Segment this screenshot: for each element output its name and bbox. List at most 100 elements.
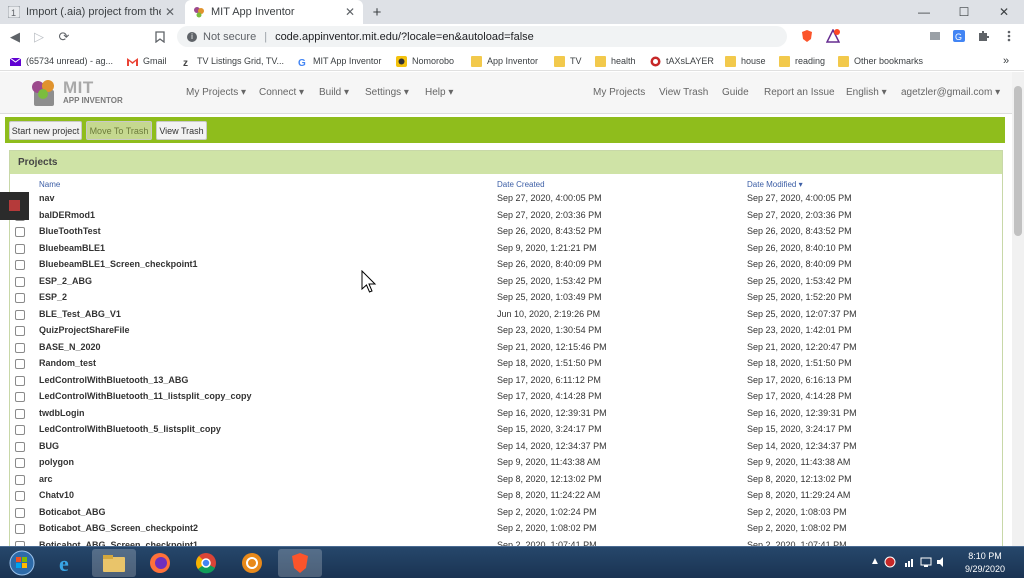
tab-mit-app-inventor[interactable]: MIT App Inventor ✕ <box>185 0 363 24</box>
row-checkbox[interactable] <box>15 293 25 303</box>
table-row[interactable]: BASE_N_2020 Sep 21, 2020, 12:15:46 PM Sep … <box>10 340 1002 356</box>
row-checkbox[interactable] <box>15 524 25 534</box>
row-checkbox[interactable] <box>15 227 25 237</box>
row-checkbox[interactable] <box>15 359 25 369</box>
minimize-button[interactable]: — <box>904 0 944 24</box>
project-name-link[interactable]: Random_test <box>39 358 96 368</box>
row-checkbox[interactable] <box>15 260 25 270</box>
column-header-name[interactable]: Name <box>39 180 60 189</box>
bookmark-health[interactable]: health <box>595 53 636 69</box>
move-to-trash-button[interactable]: Move To Trash <box>86 121 152 140</box>
project-name-link[interactable]: LedControlWithBluetooth_5_listsplit_copy <box>39 424 221 434</box>
close-icon[interactable]: ✕ <box>345 5 355 19</box>
bookmark-icon[interactable] <box>151 28 169 46</box>
column-header-date-created[interactable]: Date Created <box>497 180 545 189</box>
nav-view-trash[interactable]: View Trash <box>659 87 708 98</box>
back-arrow-icon[interactable]: ◀ <box>6 28 24 46</box>
view-trash-button[interactable]: View Trash <box>156 121 207 140</box>
row-checkbox[interactable] <box>15 326 25 336</box>
row-checkbox[interactable] <box>15 408 25 419</box>
row-checkbox[interactable] <box>15 458 25 468</box>
close-icon[interactable]: ✕ <box>165 5 175 19</box>
translate-icon[interactable]: G <box>952 29 966 43</box>
project-name-link[interactable]: polygon <box>39 457 74 467</box>
project-name-link[interactable]: arc <box>39 474 53 484</box>
reload-icon[interactable]: ⟳ <box>55 28 73 46</box>
project-name-link[interactable]: ESP_2 <box>39 292 67 302</box>
bookmark-app-inventor[interactable]: App Inventor <box>471 53 538 69</box>
bookmark-other[interactable]: Other bookmarks <box>838 53 923 69</box>
project-name-link[interactable]: BluebeamBLE1 <box>39 243 105 253</box>
side-recording-widget[interactable] <box>0 192 29 220</box>
bookmark-house[interactable]: house <box>725 53 766 69</box>
ubuntu-app-icon[interactable] <box>232 549 272 577</box>
menu-help[interactable]: Help ▾ <box>425 87 453 98</box>
nav-my-projects[interactable]: My Projects <box>593 87 645 98</box>
menu-build[interactable]: Build ▾ <box>319 87 349 98</box>
table-row[interactable]: BluebeamBLE1 Sep 9, 2020, 1:21:21 PM Sep 2… <box>10 241 1002 257</box>
extensions-puzzle-icon[interactable] <box>976 29 990 43</box>
row-checkbox[interactable] <box>15 441 25 452</box>
table-row[interactable]: arc Sep 8, 2020, 12:13:02 PM Sep 8, 2020, … <box>10 472 1002 488</box>
table-row[interactable]: BlueToothTest Sep 26, 2020, 8:43:52 PM Sep… <box>10 224 1002 240</box>
table-row[interactable]: LedControlWithBluetooth_11_listsplit_cop… <box>10 389 1002 405</box>
brave-shield-icon[interactable] <box>800 29 814 43</box>
brave-browser-icon[interactable] <box>278 549 322 577</box>
row-checkbox[interactable] <box>15 375 25 386</box>
tab-import-project[interactable]: 1 Import (.aia) project from the com ✕ <box>0 0 183 24</box>
project-name-link[interactable]: BUG <box>39 441 59 451</box>
scrollbar-thumb[interactable] <box>1014 86 1022 236</box>
table-row[interactable]: nav Sep 27, 2020, 4:00:05 PM Sep 27, 2020,… <box>10 191 1002 207</box>
row-checkbox[interactable] <box>15 425 25 435</box>
app-inventor-logo-icon[interactable] <box>28 78 60 108</box>
bookmark-tv[interactable]: TV <box>554 53 582 69</box>
table-row[interactable]: Boticabot_ABG_Screen_checkpoint2 Sep 2, 2… <box>10 521 1002 537</box>
chrome-icon[interactable] <box>186 549 226 577</box>
taskbar-clock[interactable]: 8:10 PM 9/29/2020 <box>950 550 1020 576</box>
project-name-link[interactable]: twdbLogin <box>39 408 84 418</box>
project-name-link[interactable]: QuizProjectShareFile <box>39 325 130 335</box>
table-row[interactable]: BLE_Test_ABG_V1 Jun 10, 2020, 2:19:26 PM S… <box>10 307 1002 323</box>
start-new-project-button[interactable]: Start new project <box>9 121 82 140</box>
table-row[interactable]: LedControlWithBluetooth_5_listsplit_copy… <box>10 422 1002 438</box>
table-row[interactable]: BUG Sep 14, 2020, 12:34:37 PM Sep 14, 2020… <box>10 439 1002 455</box>
nav-report-issue[interactable]: Report an Issue <box>764 87 835 98</box>
table-row[interactable]: QuizProjectShareFile Sep 23, 2020, 1:30:5… <box>10 323 1002 339</box>
maximize-button[interactable]: ☐ <box>944 0 984 24</box>
antivirus-tray-icon[interactable] <box>884 556 896 571</box>
bookmarks-overflow-button[interactable]: » <box>1003 53 1009 69</box>
nav-account[interactable]: agetzler@gmail.com ▾ <box>901 87 1000 98</box>
firefox-icon[interactable] <box>140 549 180 577</box>
project-name-link[interactable]: Boticabot_ABG_Screen_checkpoint2 <box>39 523 198 533</box>
close-window-button[interactable]: ✕ <box>984 0 1024 24</box>
forward-arrow-icon[interactable]: ▷ <box>30 28 48 46</box>
row-checkbox[interactable] <box>15 474 25 485</box>
table-row[interactable]: ESP_2 Sep 25, 2020, 1:03:49 PM Sep 25, 202… <box>10 290 1002 306</box>
project-name-link[interactable]: BluebeamBLE1_Screen_checkpoint1 <box>39 259 198 269</box>
extension-cast-icon[interactable] <box>928 29 942 43</box>
project-name-link[interactable]: LedControlWithBluetooth_13_ABG <box>39 375 188 385</box>
table-row[interactable]: ESP_2_ABG Sep 25, 2020, 1:53:42 PM Sep 25,… <box>10 274 1002 290</box>
monitor-tray-icon[interactable] <box>920 556 932 571</box>
bookmark-nomorobo[interactable]: Nomorobo <box>396 53 454 69</box>
volume-tray-icon[interactable] <box>936 556 948 571</box>
bookmark-yahoo-mail[interactable]: (65734 unread) - ag... <box>9 53 113 69</box>
menu-connect[interactable]: Connect ▾ <box>259 87 304 98</box>
table-row[interactable]: Chatv10 Sep 8, 2020, 11:24:22 AM Sep 8, 20… <box>10 488 1002 504</box>
network-tray-icon[interactable] <box>904 556 916 571</box>
menu-settings[interactable]: Settings ▾ <box>365 87 409 98</box>
project-name-link[interactable]: ESP_2_ABG <box>39 276 92 286</box>
menu-my-projects[interactable]: My Projects ▾ <box>186 87 246 98</box>
file-explorer-icon[interactable] <box>92 549 136 577</box>
column-header-date-modified[interactable]: Date Modified ▾ <box>747 180 803 189</box>
project-name-link[interactable]: BLE_Test_ABG_V1 <box>39 309 121 319</box>
project-name-link[interactable]: BlueToothTest <box>39 226 101 236</box>
row-checkbox[interactable] <box>15 276 25 287</box>
project-name-link[interactable]: Chatv10 <box>39 490 74 500</box>
bookmark-taxslayer[interactable]: tAXsLAYER <box>650 53 714 69</box>
address-bar[interactable]: i Not secure | code.appinventor.mit.edu/… <box>177 26 787 47</box>
bookmark-tv-listings[interactable]: z TV Listings Grid, TV... <box>181 53 284 69</box>
row-checkbox[interactable] <box>15 243 25 254</box>
project-name-link[interactable]: BASE_N_2020 <box>39 342 101 352</box>
table-row[interactable]: BluebeamBLE1_Screen_checkpoint1 Sep 26, 2… <box>10 257 1002 273</box>
